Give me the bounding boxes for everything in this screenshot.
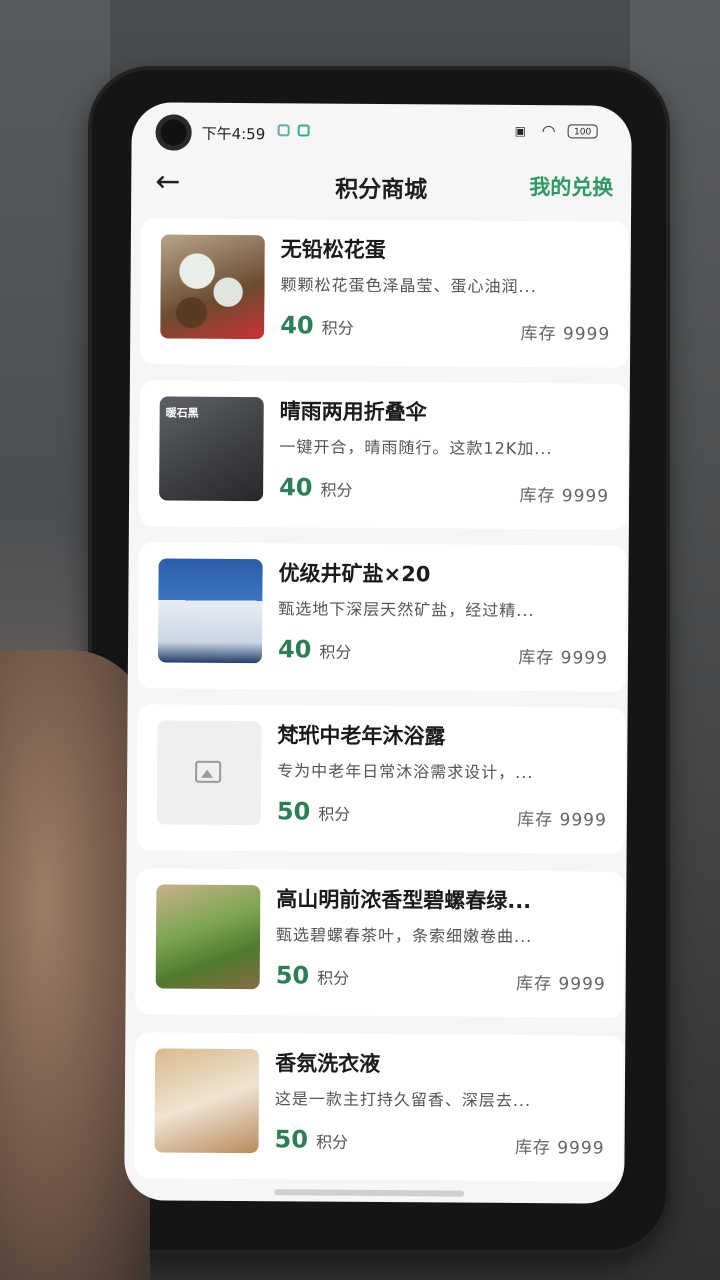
wifi-icon: ◠: [541, 121, 556, 141]
product-points: 40 积分: [280, 311, 354, 340]
product-stock: 库存 9999: [520, 323, 611, 345]
points-unit: 积分: [320, 480, 353, 500]
points-value: 50: [275, 961, 310, 990]
my-exchange-button[interactable]: 我的兑换: [529, 171, 613, 202]
product-desc: 专为中老年日常沐浴需求设计，...: [277, 761, 534, 783]
product-stock: 库存 9999: [514, 1137, 605, 1159]
product-image: [155, 884, 261, 990]
product-desc: 这是一款主打持久留香、深层去...: [274, 1089, 532, 1111]
product-name: 香氛洗衣液: [275, 1051, 381, 1077]
product-name: 晴雨两用折叠伞: [279, 399, 427, 425]
page-header: ← 积分商城 我的兑换: [131, 154, 631, 217]
points-unit: 积分: [321, 318, 354, 338]
product-card[interactable]: 高山明前浓香型碧螺春绿... 甄选碧螺春茶叶，条索细嫩卷曲... 50 积分 库存…: [135, 868, 625, 1018]
product-image: 暖石黑: [159, 396, 264, 502]
product-stock: 库存 9999: [517, 809, 607, 831]
product-image: [157, 558, 263, 664]
product-desc: 甄选地下深层天然矿盐，经过精...: [278, 599, 535, 621]
product-name: 优级井矿盐×20: [278, 561, 431, 587]
status-time: 下午4:59: [201, 124, 266, 144]
product-desc: 甄选碧螺春茶叶，条索细嫩卷曲...: [275, 925, 533, 947]
product-card[interactable]: 优级井矿盐×20 甄选地下深层天然矿盐，经过精... 40 积分 库存 9999: [137, 542, 627, 692]
product-image: [154, 1048, 260, 1154]
product-desc: 颗颗松花蛋色泽晶莹、蛋心油润...: [280, 275, 537, 297]
points-unit: 积分: [319, 642, 352, 662]
product-card[interactable]: 暖石黑 晴雨两用折叠伞 一键开合，晴雨随行。这款12K加... 40 积分 库存 …: [138, 380, 628, 530]
product-name: 梵玳中老年沐浴露: [277, 723, 446, 749]
product-points: 40 积分: [279, 473, 353, 502]
product-name: 高山明前浓香型碧螺春绿...: [276, 887, 532, 914]
product-card[interactable]: 梵玳中老年沐浴露 专为中老年日常沐浴需求设计，... 50 积分 库存 9999: [136, 704, 626, 854]
product-card[interactable]: 香氛洗衣液 这是一款主打持久留香、深层去... 50 积分 库存 9999: [134, 1032, 624, 1182]
points-unit: 积分: [317, 968, 350, 988]
product-points: 50 积分: [277, 797, 351, 826]
notification-icon: [297, 124, 310, 137]
points-unit: 积分: [318, 804, 351, 824]
image-placeholder-icon: [195, 760, 222, 783]
points-value: 40: [279, 473, 313, 502]
product-stock: 库存 9999: [518, 647, 609, 669]
points-value: 40: [277, 635, 312, 664]
product-points: 50 积分: [275, 1125, 349, 1154]
product-card[interactable]: 无铅松花蛋 颗颗松花蛋色泽晶莹、蛋心油润... 40 积分 库存 9999: [140, 218, 630, 368]
camera-cutout: [155, 114, 192, 151]
product-stock: 库存 9999: [519, 485, 610, 507]
status-bar: 下午4:59 ▣ ◠ 100: [131, 102, 631, 157]
product-list: 无铅松花蛋 颗颗松花蛋色泽晶莹、蛋心油润... 40 积分 库存 9999 暖石黑…: [131, 218, 631, 1182]
product-image: [156, 720, 262, 826]
product-points: 40 积分: [278, 635, 352, 664]
home-indicator[interactable]: [274, 1189, 465, 1197]
points-value: 40: [280, 311, 314, 340]
product-stock: 库存 9999: [515, 973, 606, 995]
product-points: 50 积分: [276, 961, 350, 990]
product-image: [160, 234, 265, 340]
sim-icon: ▣: [514, 123, 527, 139]
points-unit: 积分: [315, 1132, 349, 1152]
product-name: 无铅松花蛋: [280, 237, 386, 263]
points-value: 50: [276, 797, 311, 826]
product-desc: 一键开合，晴雨随行。这款12K加...: [279, 437, 553, 459]
app-screen: 下午4:59 ▣ ◠ 100 ← 积分商城 我的兑换 无铅松花蛋 颗颗松花蛋色泽…: [124, 102, 632, 1204]
notification-icon: [277, 124, 290, 137]
points-value: 50: [274, 1125, 309, 1154]
battery-icon: 100: [567, 124, 598, 139]
thumb-brand: 暖石黑: [165, 406, 199, 420]
